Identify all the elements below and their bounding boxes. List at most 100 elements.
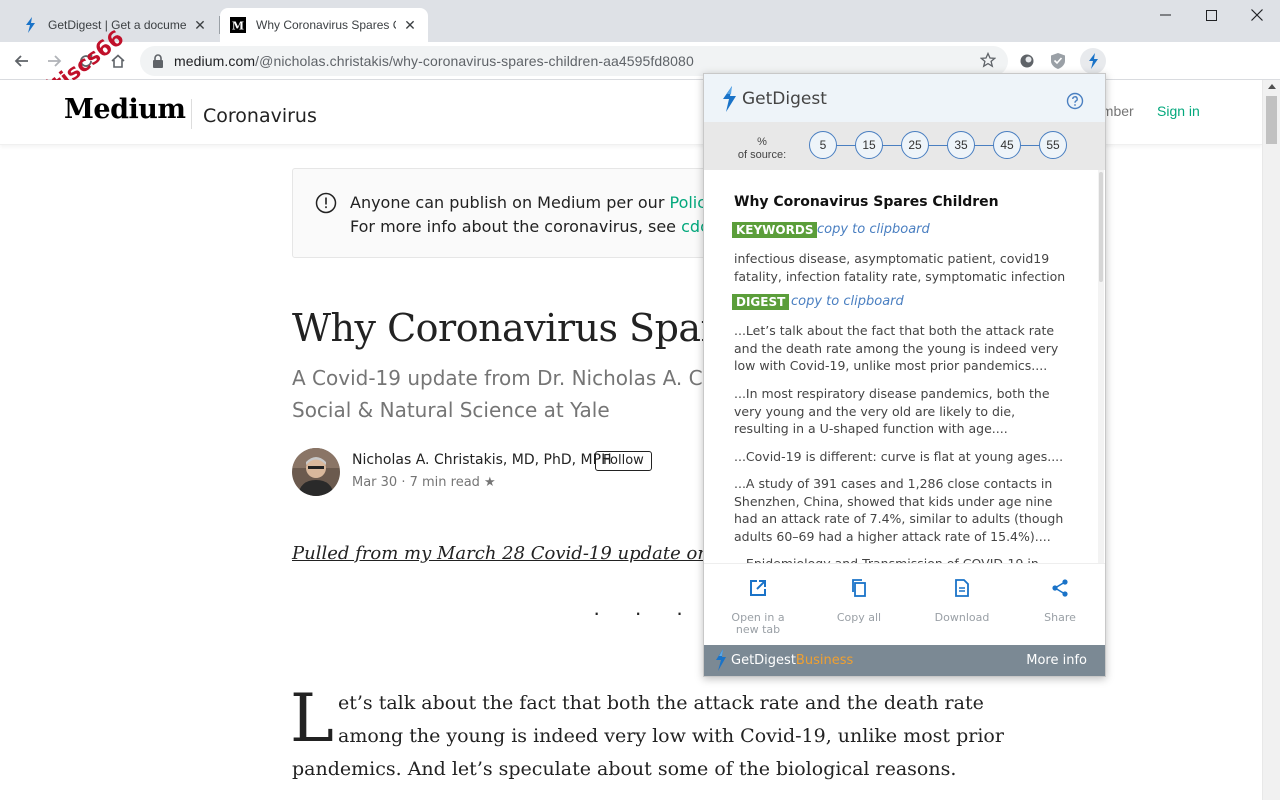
of-source-text: of source: [737, 149, 787, 161]
article-body-line: pandemics. And let’s speculate about som… [292, 758, 957, 780]
digest-line: ...A study of 391 cases and 1,286 close … [734, 476, 1053, 491]
keywords-text: infectious disease, asymptomatic patient… [734, 250, 1074, 285]
pulled-from-link[interactable]: Pulled from my March 28 Covid-19 update … [292, 543, 741, 564]
section-divider-dots: · · · [593, 600, 698, 625]
tab-close-icon[interactable]: ✕ [192, 17, 208, 33]
digest-line: very young and the very old are likely t… [734, 403, 1016, 419]
digest-paragraph: ...Epidemiology and Transmission of COVI… [734, 555, 1074, 563]
page-scrollbar[interactable] [1262, 80, 1280, 800]
popup-header: GetDigest [704, 74, 1105, 122]
shield-extension-icon[interactable] [1048, 51, 1068, 71]
scrollbar-thumb[interactable] [1266, 96, 1277, 144]
getdigest-business-logo-icon [716, 649, 726, 671]
digest-paragraph: ...A study of 391 cases and 1,286 close … [734, 475, 1074, 545]
percent-option-45[interactable]: 45 [993, 131, 1021, 159]
notice-line-1: Anyone can publish on Medium per our Pol… [350, 193, 749, 212]
tab-close-icon[interactable]: ✕ [402, 17, 418, 33]
open-external-icon [750, 580, 766, 596]
percent-option-25[interactable]: 25 [901, 131, 929, 159]
copy-digest-link[interactable]: copy to clipboard [791, 294, 904, 309]
follow-button[interactable]: Follow [595, 451, 652, 471]
digest-line: low with Covid-19, unlike most prior pan… [734, 358, 1048, 373]
tab-strip: GetDigest | Get a document ✕ M Why Coron… [0, 0, 1280, 42]
getdigest-business-link[interactable]: GetDigest Business [714, 649, 853, 671]
digest-scrollbar[interactable] [1098, 170, 1104, 563]
url-domain: medium.com [174, 53, 256, 69]
digest-line: ...Covid-19 is different: curve is flat … [734, 449, 1064, 464]
help-icon[interactable] [1066, 92, 1084, 110]
drop-cap: L [290, 680, 334, 757]
tab-title: Why Coronavirus Spares Ch [256, 18, 396, 32]
more-info-link[interactable]: More info [1026, 653, 1087, 668]
download-button[interactable]: Download [927, 578, 997, 624]
keywords-tag: KEYWORDS [732, 222, 818, 238]
percent-option-15[interactable]: 15 [855, 131, 883, 159]
author-name[interactable]: Nicholas A. Christakis, MD, PhD, MPH [352, 452, 612, 468]
bookmark-star-icon[interactable] [979, 51, 997, 73]
article-subtitle: Social & Natural Science at Yale [292, 398, 610, 422]
author-avatar[interactable] [292, 448, 340, 496]
article-subtitle: A Covid-19 update from Dr. Nicholas A. C… [292, 366, 740, 390]
open-label-line: new tab [735, 623, 781, 636]
copy-all-button[interactable]: Copy all [824, 578, 894, 624]
digest-paragraph: ...In most respiratory disease pandemics… [734, 385, 1074, 438]
popup-actions: Open in a new tab Copy all Download Shar… [704, 563, 1105, 645]
medium-logo[interactable]: Medium [64, 94, 186, 125]
digest-paragraph: ...Let’s talk about the fact that both t… [734, 322, 1074, 375]
notice-text: Anyone can publish on Medium per our [350, 193, 670, 212]
address-bar[interactable]: medium.com/@nicholas.christakis/why-coro… [140, 46, 1008, 76]
percent-option-5[interactable]: 5 [809, 131, 837, 159]
copy-all-label: Copy all [836, 611, 882, 624]
notice-text: For more info about the coronavirus, see [350, 217, 682, 236]
minimize-icon[interactable] [1142, 0, 1188, 30]
digest-line: ...Epidemiology and Transmission of COVI… [734, 555, 1074, 563]
popup-footer: GetDigest Business More info [704, 645, 1105, 676]
article-meta: Mar 30 · 7 min read ★ [352, 475, 496, 490]
tab-medium-article[interactable]: M Why Coronavirus Spares Ch ✕ [220, 8, 428, 42]
getdigest-brand: GetDigest [742, 89, 827, 109]
digest-line: had an attack rate of 7.4%, similar to a… [734, 511, 1064, 526]
getdigest-popup: GetDigest % of source: 5 15 25 35 45 55 W… [703, 73, 1106, 677]
percent-option-35[interactable]: 35 [947, 131, 975, 159]
digest-line: adults 60–69 had a higher attack rate of… [734, 528, 1051, 544]
digest-line: and the death rate among the young is in… [734, 340, 1059, 356]
digest-tag: DIGEST [732, 294, 790, 310]
notice-line-2: For more info about the coronavirus, see… [350, 217, 747, 236]
digest-content[interactable]: Why Coronavirus Spares Children KEYWORDS… [704, 170, 1105, 563]
getdigest-extension-icon[interactable] [1080, 48, 1106, 74]
keywords-line: infectious disease, asymptomatic patient… [734, 251, 1050, 266]
digest-line: resulting in a U-shaped function with ag… [734, 421, 1008, 436]
download-label: Download [934, 611, 990, 624]
share-label: Share [1044, 611, 1076, 624]
article-body-line: et’s talk about the fact that both the a… [338, 692, 984, 714]
maximize-icon[interactable] [1188, 0, 1234, 30]
percent-symbol: % [757, 136, 767, 148]
article-body-line: among the young is indeed very low with … [338, 725, 1004, 747]
article-title: Why Coronavirus Spares [292, 306, 760, 350]
percent-label: % of source: [722, 136, 802, 162]
footer-brand-getdigest: GetDigest [731, 652, 796, 668]
publication-name[interactable]: Coronavirus [203, 105, 317, 127]
open-new-tab-button[interactable]: Open in a new tab [723, 578, 793, 636]
digest-line: ...Let’s talk about the fact that both t… [734, 323, 1055, 338]
share-icon [1052, 579, 1068, 597]
sign-in-link[interactable]: Sign in [1157, 103, 1200, 119]
digest-scrollbar-thumb[interactable] [1099, 172, 1103, 282]
getdigest-logo-icon [723, 86, 736, 112]
copy-keywords-link[interactable]: copy to clipboard [817, 222, 930, 237]
share-button[interactable]: Share [1025, 578, 1095, 624]
footer-brand-business: Business [795, 652, 854, 668]
digest-line: ...In most respiratory disease pandemics… [734, 386, 1050, 401]
header-divider [191, 99, 192, 129]
lock-icon[interactable] [152, 54, 166, 68]
digest-line: Shenzhen, China, showed that kids under … [734, 493, 1053, 509]
url-text[interactable]: medium.com/@nicholas.christakis/why-coro… [174, 53, 694, 69]
percent-option-55[interactable]: 55 [1039, 131, 1067, 159]
getdigest-logo[interactable]: GetDigest [720, 86, 827, 112]
copy-icon [852, 579, 866, 597]
medium-favicon-icon: M [230, 17, 246, 33]
keywords-line: fatality, infection fatality rate, sympt… [734, 268, 1066, 284]
window-close-icon[interactable] [1234, 0, 1280, 30]
scroll-up-arrow-icon[interactable] [1268, 84, 1276, 89]
extension-circle-icon[interactable] [1017, 51, 1037, 71]
